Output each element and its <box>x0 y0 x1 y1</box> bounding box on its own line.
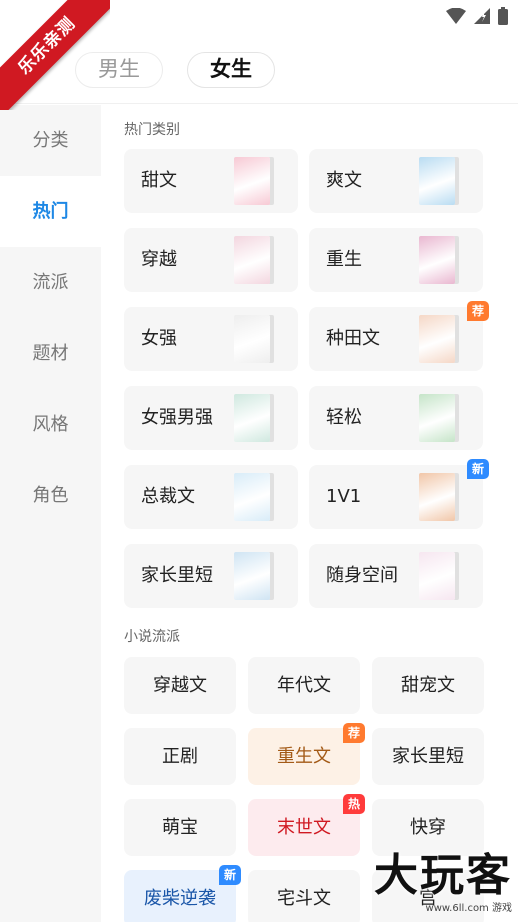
ribbon-text: 乐乐亲测 <box>0 0 110 110</box>
genre-tag[interactable]: 重生文荐 <box>248 723 365 785</box>
hot-category-card[interactable]: 1V1 新 <box>309 459 489 529</box>
hot-category-card[interactable]: 随身空间 <box>309 544 483 608</box>
genre-label: 穿越文 <box>153 675 207 696</box>
hot-category-card[interactable]: 总裁文 <box>124 465 298 529</box>
hot-category-label: 甜文 <box>141 170 177 191</box>
sidebar-item-school[interactable]: 流派 <box>0 247 101 318</box>
genre-tag[interactable]: 穿越文 <box>124 657 236 714</box>
book-cover-thumbnail <box>419 157 455 205</box>
signal-icon <box>474 8 490 24</box>
sidebar-item-theme[interactable]: 题材 <box>0 318 101 389</box>
book-cover-thumbnail <box>234 236 270 284</box>
category-sidebar: 分类 热门 流派 题材 风格 角色 <box>0 105 101 922</box>
hot-category-label: 爽文 <box>326 170 362 191</box>
genre-label: 末世文 <box>277 817 331 838</box>
genre-tag[interactable]: 年代文 <box>248 657 360 714</box>
genre-label: 宅斗文 <box>277 888 331 909</box>
hot-category-label: 家长里短 <box>141 565 213 586</box>
battery-icon <box>498 7 508 25</box>
section-title-hot: 热门类别 <box>124 122 180 138</box>
main-content: 热门类别 甜文 爽文 穿越 重生 女强 种田文荐女强男强 轻松 总裁文 1V1 新家长里短 随身空间… <box>101 105 518 922</box>
book-cover-thumbnail <box>419 315 455 363</box>
hot-category-card[interactable]: 爽文 <box>309 149 483 213</box>
genre-label: 废柴逆袭 <box>144 888 216 909</box>
genre-tag[interactable]: 正剧 <box>124 728 236 785</box>
hot-category-label: 轻松 <box>326 407 362 428</box>
genre-label: 萌宝 <box>162 817 198 838</box>
hot-category-card[interactable]: 女强男强 <box>124 386 298 450</box>
genre-label: 甜宠文 <box>401 675 455 696</box>
genre-label: 快穿 <box>410 817 446 838</box>
book-cover-thumbnail <box>234 394 270 442</box>
book-cover-thumbnail <box>234 473 270 521</box>
book-cover-thumbnail <box>234 552 270 600</box>
promo-ribbon: 乐乐亲测 <box>0 0 110 110</box>
recommend-badge: 荐 <box>467 301 489 321</box>
book-cover-thumbnail <box>234 315 270 363</box>
hot-category-card[interactable]: 重生 <box>309 228 483 292</box>
hot-category-card[interactable]: 家长里短 <box>124 544 298 608</box>
hot-category-card[interactable]: 女强 <box>124 307 298 371</box>
sidebar-item-hot[interactable]: 热门 <box>0 176 101 247</box>
book-cover-thumbnail <box>419 394 455 442</box>
new-badge: 新 <box>219 865 241 885</box>
genre-label: 正剧 <box>162 746 198 767</box>
book-cover-thumbnail <box>419 473 455 521</box>
genre-tag[interactable]: 家长里短 <box>372 728 484 785</box>
sidebar-item-style[interactable]: 风格 <box>0 389 101 460</box>
sidebar-item-role[interactable]: 角色 <box>0 460 101 531</box>
genre-tag[interactable]: 甜宠文 <box>372 657 484 714</box>
hot-category-label: 1V1 <box>326 486 362 507</box>
genre-tag[interactable]: 萌宝 <box>124 799 236 856</box>
hot-badge: 热 <box>343 794 365 814</box>
wifi-icon <box>446 8 466 24</box>
hot-category-label: 总裁文 <box>141 486 195 507</box>
genre-label: 年代文 <box>277 675 331 696</box>
genre-label: 重生文 <box>277 746 331 767</box>
hot-category-label: 重生 <box>326 249 362 270</box>
genre-tag[interactable]: 宅斗文 <box>248 870 360 922</box>
genre-tag[interactable]: 废柴逆袭新 <box>124 865 241 922</box>
site-watermark: 大玩客 www.6ll.com 游戏 <box>374 839 512 914</box>
hot-category-label: 女强男强 <box>141 407 213 428</box>
hot-category-card[interactable]: 穿越 <box>124 228 298 292</box>
genre-label: 家长里短 <box>392 746 464 767</box>
hot-category-card[interactable]: 种田文 荐 <box>309 301 489 371</box>
hot-category-label: 女强 <box>141 328 177 349</box>
section-title-genres: 小说流派 <box>124 629 180 645</box>
recommend-badge: 荐 <box>343 723 365 743</box>
hot-category-card[interactable]: 轻松 <box>309 386 483 450</box>
status-icons <box>446 7 508 25</box>
tab-female[interactable]: 女生 <box>187 52 275 88</box>
hot-category-label: 穿越 <box>141 249 177 270</box>
hot-category-label: 种田文 <box>326 328 380 349</box>
watermark-logo-text: 大玩客 <box>374 850 512 901</box>
genre-tag[interactable]: 末世文热 <box>248 794 365 856</box>
book-cover-thumbnail <box>419 552 455 600</box>
book-cover-thumbnail <box>234 157 270 205</box>
hot-category-label: 随身空间 <box>326 565 398 586</box>
hot-category-card[interactable]: 甜文 <box>124 149 298 213</box>
book-cover-thumbnail <box>419 236 455 284</box>
sidebar-item-category[interactable]: 分类 <box>0 105 101 176</box>
new-badge: 新 <box>467 459 489 479</box>
